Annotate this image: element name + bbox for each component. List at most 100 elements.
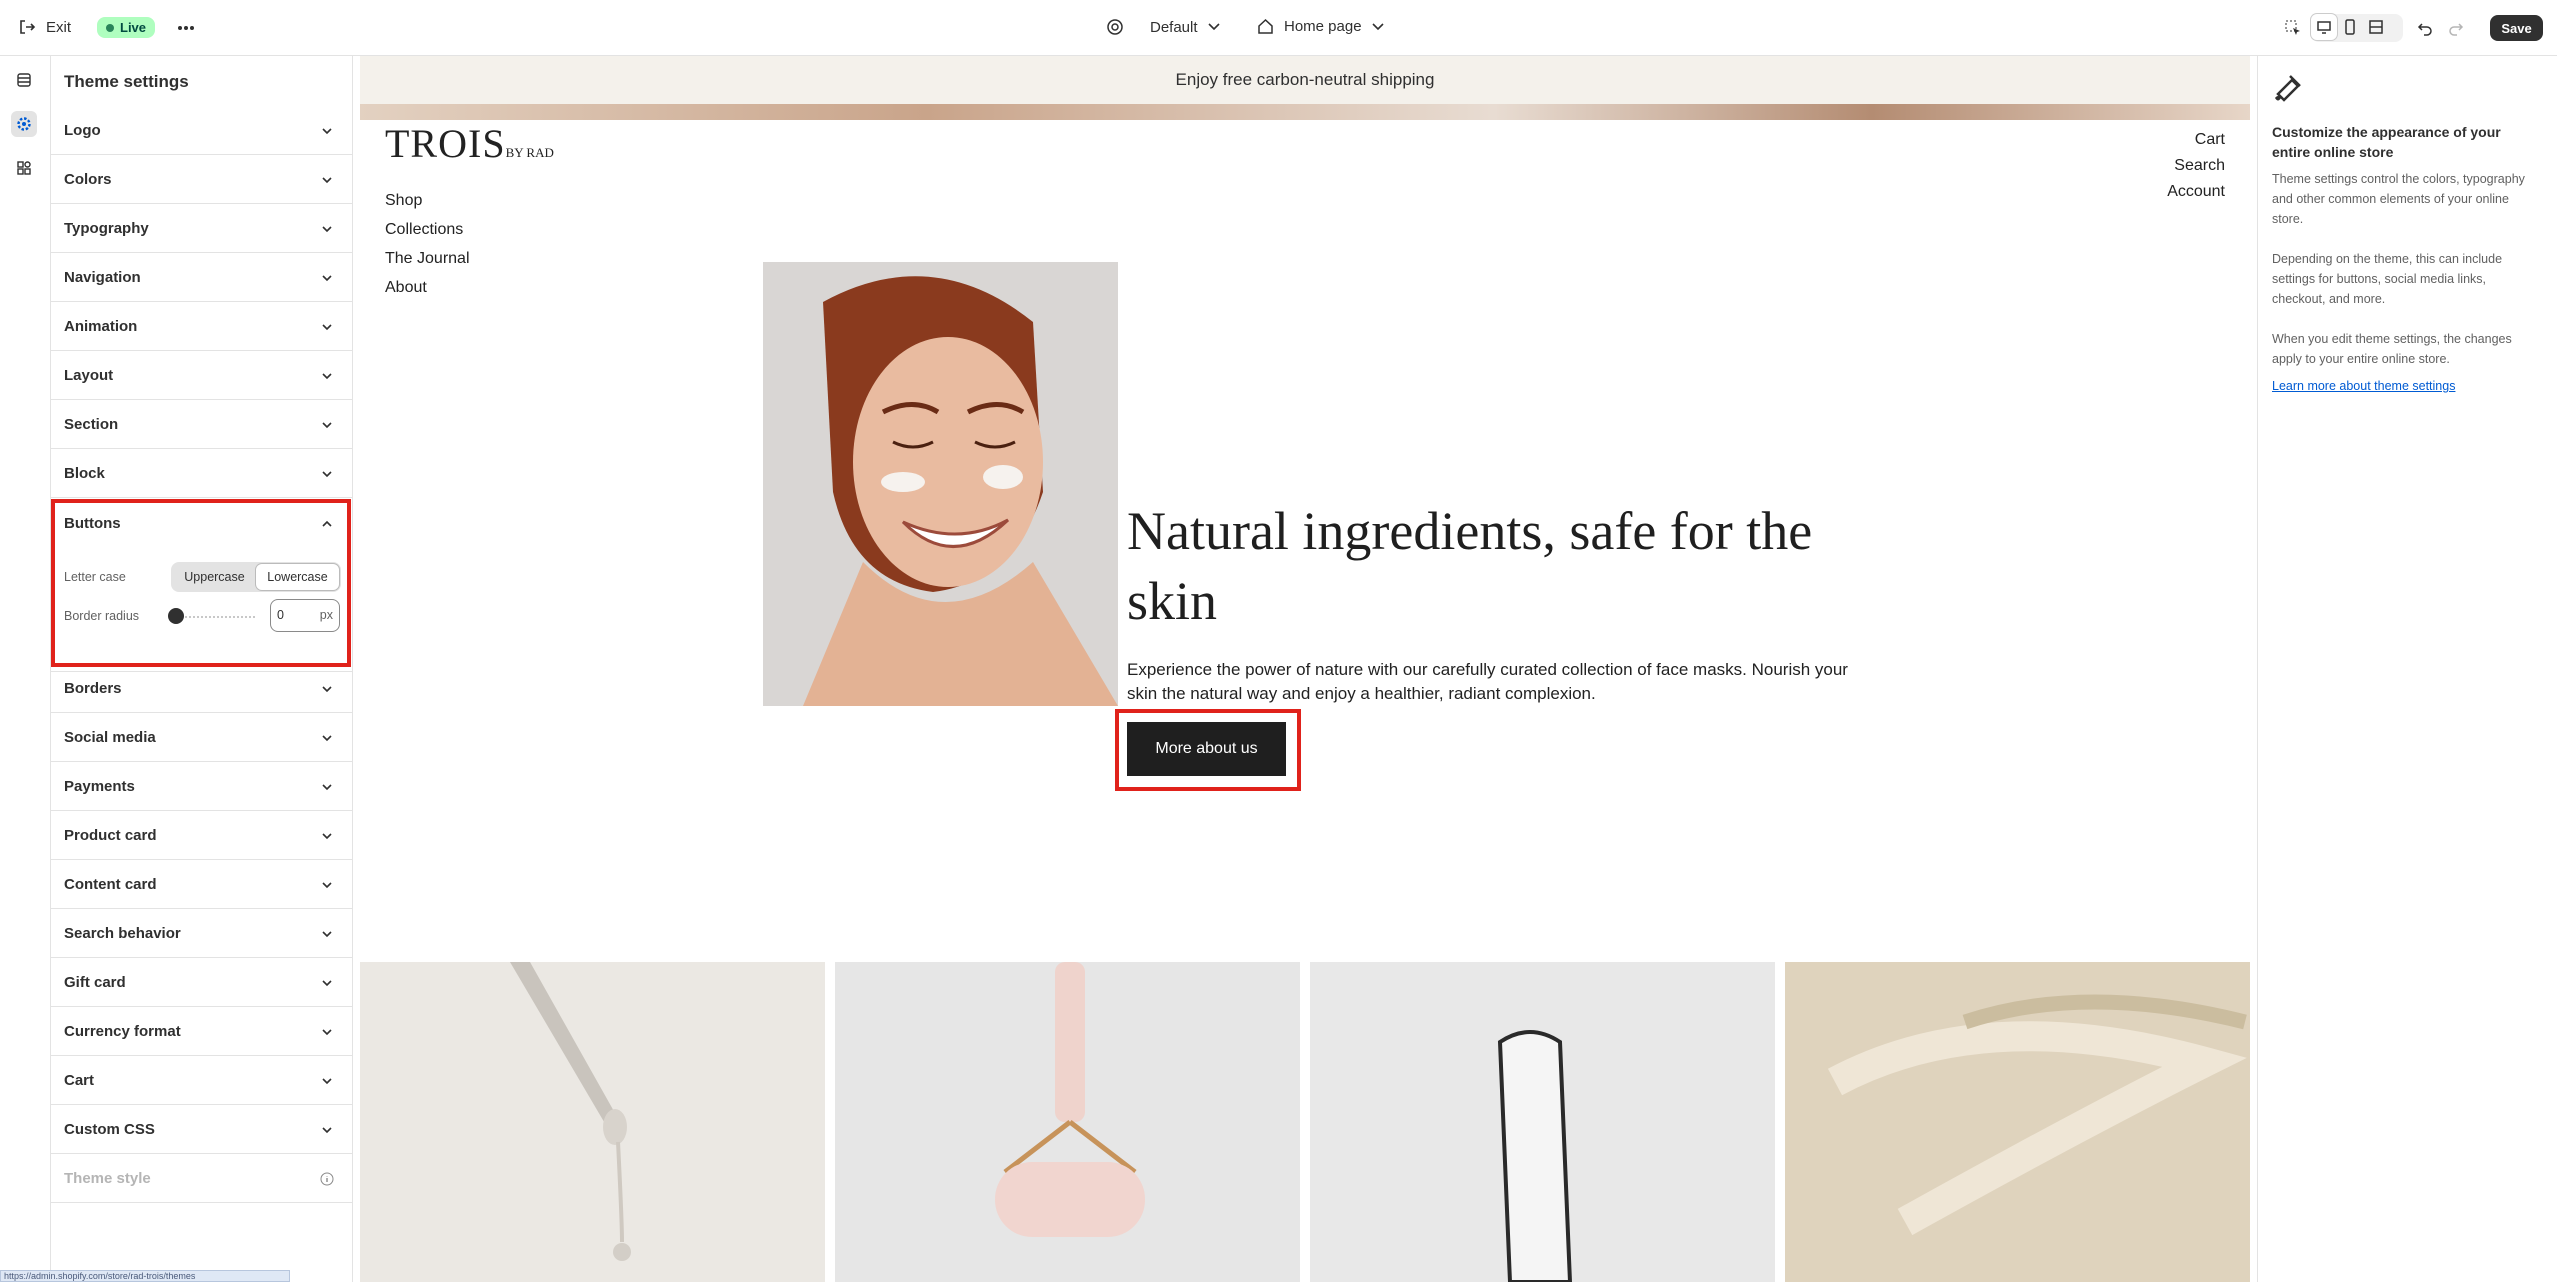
accordion-currency-format[interactable]: Currency format <box>51 1007 352 1056</box>
accordion-payments[interactable]: Payments <box>51 762 352 811</box>
store-logo[interactable]: TROISBY RAD <box>385 120 554 167</box>
chevron-down-icon <box>322 1029 332 1036</box>
chevron-down-icon <box>322 686 332 693</box>
more-actions-button[interactable] <box>173 15 199 41</box>
chevron-down-icon <box>322 128 332 135</box>
undo-button[interactable] <box>2412 15 2438 41</box>
help-panel: Customize the appearance of your entire … <box>2257 56 2557 1282</box>
redo-icon <box>2449 23 2464 36</box>
theme-settings-tab[interactable] <box>11 111 37 137</box>
nav-shop[interactable]: Shop <box>385 192 422 210</box>
chevron-down-icon <box>322 324 332 331</box>
chevron-down-icon <box>322 882 332 889</box>
chevron-down-icon <box>1371 22 1384 30</box>
accordion-product-card[interactable]: Product card <box>51 811 352 860</box>
theme-style-row: Theme style <box>51 1154 352 1203</box>
accordion-animation[interactable]: Animation <box>51 302 352 351</box>
hero-body: Experience the power of nature with our … <box>1127 660 1848 703</box>
redo-button[interactable] <box>2443 15 2469 41</box>
nav-journal[interactable]: The Journal <box>385 250 470 268</box>
theme-style-label: Theme style <box>64 1170 151 1187</box>
undo-icon <box>2417 23 2432 36</box>
chevron-down-icon <box>322 980 332 987</box>
accordion-social-media[interactable]: Social media <box>51 713 352 762</box>
accordion-block[interactable]: Block <box>51 449 352 498</box>
accordion-label: Typography <box>64 220 149 237</box>
accordion-navigation[interactable]: Navigation <box>51 253 352 302</box>
left-rail <box>0 56 51 1282</box>
accordion-cart[interactable]: Cart <box>51 1056 352 1105</box>
product-tile-serum[interactable] <box>360 962 825 1282</box>
theme-selector[interactable]: Default <box>1106 18 1220 36</box>
chevron-down-icon <box>322 735 332 742</box>
apps-icon <box>17 161 31 175</box>
chevron-down-icon <box>322 422 332 429</box>
nav-collections[interactable]: Collections <box>385 221 463 239</box>
accordion-label: Animation <box>64 318 138 335</box>
product-tile-roller[interactable] <box>835 962 1300 1282</box>
accordion-layout[interactable]: Layout <box>51 351 352 400</box>
chevron-down-icon <box>1207 23 1220 31</box>
nav-about[interactable]: About <box>385 279 427 297</box>
apps-tab[interactable] <box>11 155 37 181</box>
accordion-label: Section <box>64 416 119 433</box>
accordion-label: Borders <box>64 680 122 697</box>
accordion-label: Product card <box>64 827 157 844</box>
accordion-label: Content card <box>64 876 157 893</box>
chevron-down-icon <box>322 931 332 938</box>
accordion-borders[interactable]: Borders <box>51 664 352 713</box>
cart-link[interactable]: Cart <box>2195 131 2225 149</box>
accordion-label: Layout <box>64 367 114 384</box>
desktop-view-button[interactable] <box>2311 14 2337 40</box>
desktop-icon <box>2317 21 2331 34</box>
theme-settings-panel: Theme settings Logo Colors Typography Navig… <box>51 56 353 1282</box>
accordion-section[interactable]: Section <box>51 400 352 449</box>
store-preview: Enjoy free carbon-neutral shipping TROIS… <box>360 56 2250 1282</box>
accordion-label: Block <box>64 465 105 482</box>
highlight-buttons-section <box>51 499 351 667</box>
gear-icon <box>17 117 31 131</box>
inspector-toggle[interactable] <box>2280 15 2306 41</box>
sections-tab[interactable] <box>11 67 37 93</box>
logo-sub: BY RAD <box>505 145 554 160</box>
device-preview-group <box>2311 14 2403 42</box>
learn-more-link[interactable]: Learn more about theme settings <box>2272 379 2455 393</box>
accordion-label: Cart <box>64 1072 95 1089</box>
fullscreen-icon <box>2369 20 2383 34</box>
save-button[interactable]: Save <box>2490 15 2543 41</box>
accordion-label: Currency format <box>64 1023 181 1040</box>
accordion-label: Search behavior <box>64 925 181 942</box>
accordion-search-behavior[interactable]: Search behavior <box>51 909 352 958</box>
product-tile-cream-swatch[interactable] <box>1310 962 1775 1282</box>
info-icon[interactable] <box>320 1172 334 1186</box>
accordion-label: Navigation <box>64 269 141 286</box>
help-para-3: When you edit theme settings, the change… <box>2272 332 2512 366</box>
accordion-colors[interactable]: Colors <box>51 155 352 204</box>
accordion-custom-css[interactable]: Custom CSS <box>51 1105 352 1154</box>
search-link[interactable]: Search <box>2174 157 2225 175</box>
chevron-down-icon <box>322 471 332 478</box>
page-selector[interactable]: Home page <box>1257 18 1384 35</box>
accordion-label: Payments <box>64 778 135 795</box>
panel-title: Theme settings <box>64 72 189 91</box>
hero-headline: Natural ingredients, safe for the skin <box>1127 501 1813 631</box>
account-link[interactable]: Account <box>2167 183 2225 201</box>
product-tile-cream-texture[interactable] <box>1785 962 2250 1282</box>
accordion-gift-card[interactable]: Gift card <box>51 958 352 1007</box>
live-dot <box>106 23 114 32</box>
exit-button[interactable]: Exit <box>18 18 71 36</box>
sections-icon <box>17 73 31 87</box>
accordion-label: Gift card <box>64 974 126 991</box>
fullscreen-view-button[interactable] <box>2363 14 2389 40</box>
mobile-view-button[interactable] <box>2337 14 2363 40</box>
help-para-1: Theme settings control the colors, typog… <box>2272 172 2525 226</box>
home-icon <box>1258 18 1273 34</box>
accordion-logo[interactable]: Logo <box>51 106 352 155</box>
accordion-typography[interactable]: Typography <box>51 204 352 253</box>
live-label: Live <box>120 20 147 35</box>
live-badge: Live <box>97 17 156 38</box>
chevron-down-icon <box>322 177 332 184</box>
help-title: Customize the appearance of your entire … <box>2272 124 2501 160</box>
accordion-content-card[interactable]: Content card <box>51 860 352 909</box>
chevron-down-icon <box>322 833 332 840</box>
